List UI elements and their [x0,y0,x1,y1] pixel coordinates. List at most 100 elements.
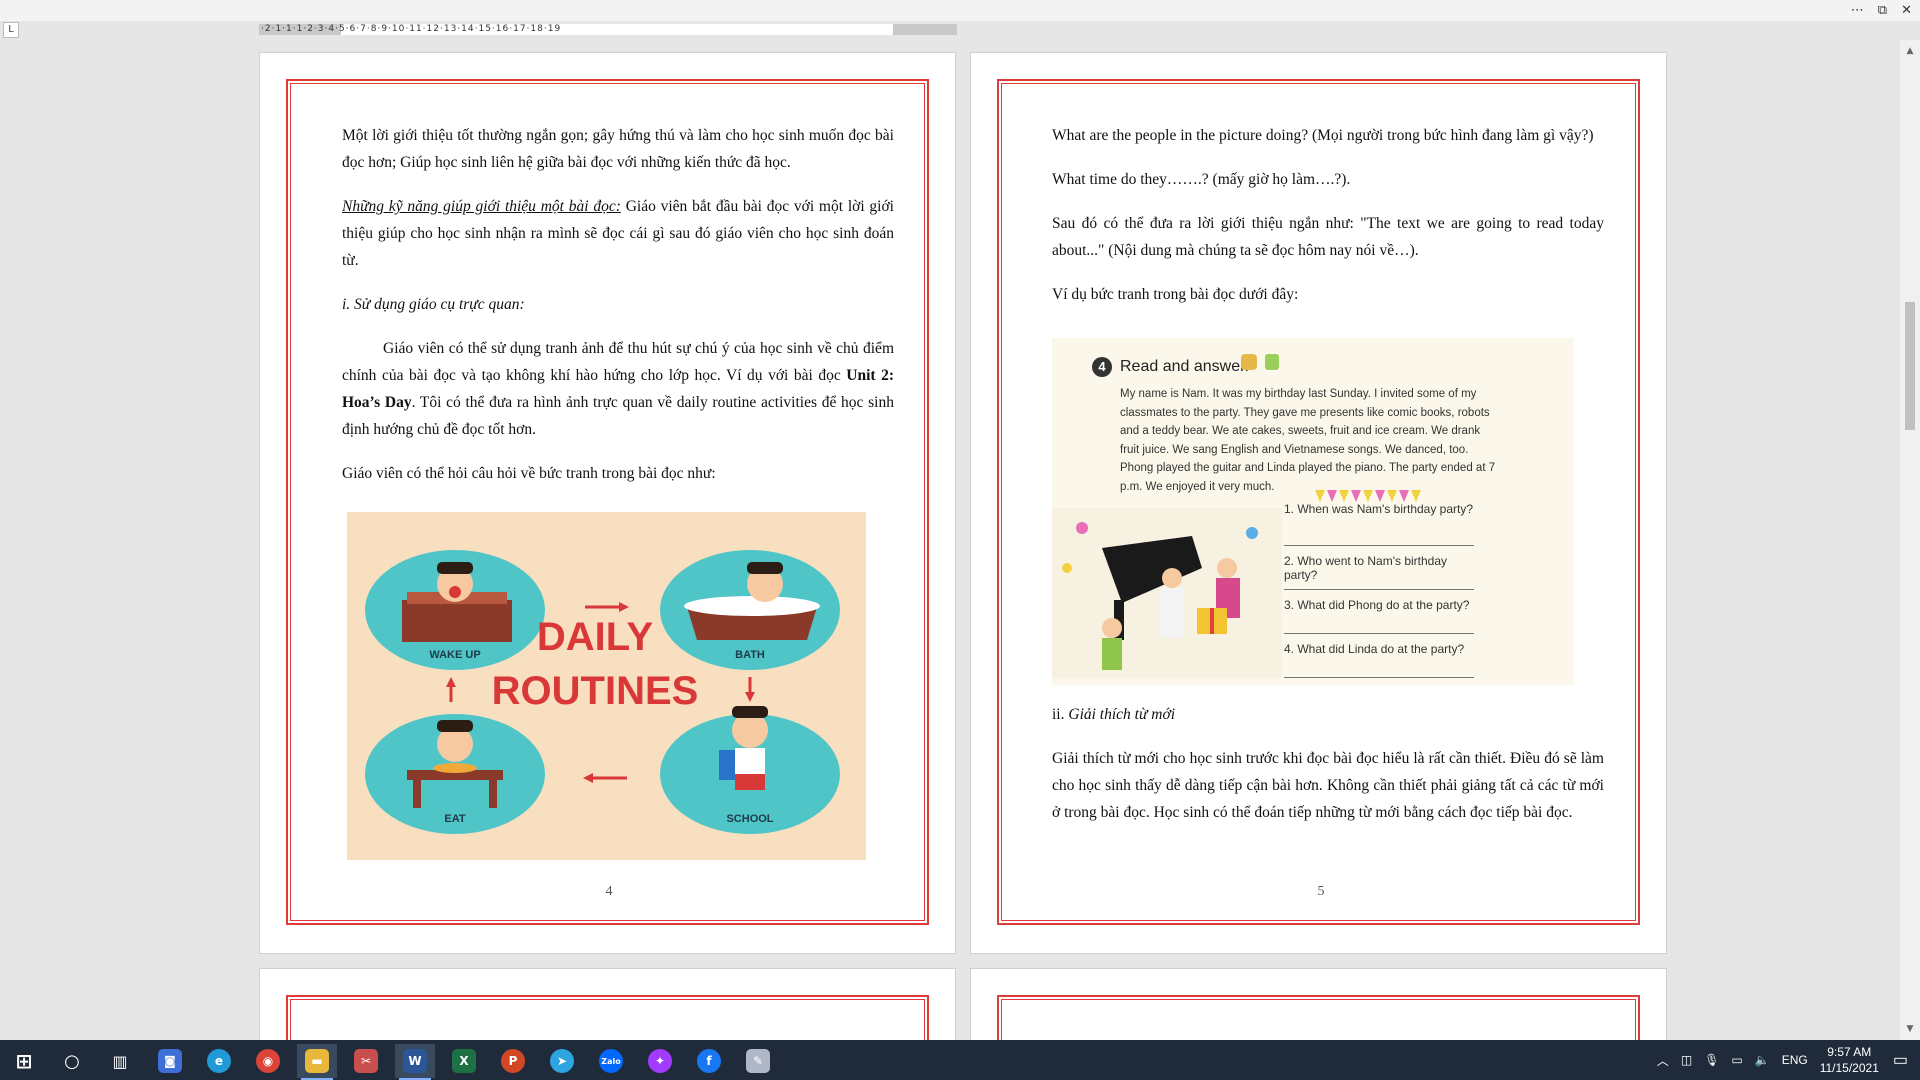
textbook-image[interactable]: 4 Read and answer. My name is Nam. It wa… [1052,338,1574,685]
task-view-icon: ▥ [112,1051,128,1071]
paragraph: Giáo viên có thể hỏi câu hỏi về bức tran… [342,465,716,482]
facebook-icon: f [697,1049,721,1073]
page-5-text-bottom[interactable]: ii. Giải thích từ mới Giải thích từ mới … [1052,701,1604,843]
zalo-icon: Zalo [599,1049,623,1073]
volume-icon[interactable]: 🔈 [1755,1053,1770,1067]
taskbar-app-snipping[interactable]: ✂ [346,1044,386,1078]
scroll-thumb[interactable] [1905,302,1915,430]
ruler-labels: ·2·1·1·1·2·3·4·5·6·7·8·9·10·11·12·13·14·… [261,24,562,34]
edge-icon: e [207,1049,231,1073]
question: 3. What did Phong do at the party? [1284,590,1474,634]
window-controls: ⋯ ⧉ ✕ [1851,1,1912,19]
skills-heading: Những kỹ năng giúp giới thiệu một bài đọ… [342,198,621,215]
label-school: SCHOOL [726,813,773,825]
exercise-number: 4 [1092,357,1112,377]
search-button[interactable]: ○ [52,1044,92,1078]
clock-date: 11/15/2021 [1819,1061,1879,1075]
horizontal-ruler[interactable]: ·2·1·1·1·2·3·4·5·6·7·8·9·10·11·12·13·14·… [259,22,957,37]
network-icon[interactable]: ▭ [1731,1053,1742,1067]
taskbar-app-paint[interactable]: ✎ [738,1044,778,1078]
questions-list: 1. When was Nam's birthday party? 2. Who… [1284,502,1474,678]
page-5-text-top[interactable]: What are the people in the picture doing… [1052,122,1604,325]
start-button[interactable]: ⊞ [4,1044,44,1078]
taskbar-app-file-explorer[interactable]: ▬ [297,1044,337,1080]
taskbar-app-excel[interactable]: X [444,1044,484,1078]
question-text: 2. Who went to Nam's birthday party? [1284,554,1448,582]
label-eat: EAT [444,813,465,825]
powerpoint-icon: P [501,1049,525,1073]
scroll-down-icon[interactable]: ▼ [1904,1024,1916,1036]
ruler-right-margin [893,24,957,35]
question-text: 4. What did Linda do at the party? [1284,642,1465,656]
restore-icon[interactable]: ⧉ [1878,3,1887,18]
page-7[interactable] [970,968,1667,1040]
windows-icon: ⊞ [15,1049,33,1073]
taskbar-app-telegram[interactable]: ➤ [542,1044,582,1078]
telegram-icon: ➤ [550,1049,574,1073]
input-language[interactable]: ENG [1782,1053,1808,1067]
reading-passage: My name is Nam. It was my birthday last … [1120,388,1496,493]
close-icon[interactable]: ✕ [1901,3,1912,18]
show-hidden-icons-icon[interactable]: ︿ [1657,1052,1669,1069]
chat-icon: ◙ [158,1049,182,1073]
text-span: . Tôi có thể đưa ra hình ảnh trực quan v… [342,394,894,438]
search-icon: ○ [64,1050,80,1072]
system-tray: ︿ ◫ 🎙 ▭ 🔈 ENG 9:57 AM 11/15/2021 ▭ [1657,1040,1920,1080]
paragraph: What are the people in the picture doing… [1052,127,1594,144]
taskbar-app-messenger[interactable]: ✦ [640,1044,680,1078]
paragraph: What time do they…….? (mấy giờ họ làm….?… [1052,171,1351,188]
clock[interactable]: 9:57 AM 11/15/2021 [1820,1044,1879,1076]
taskbar-app-facebook[interactable]: f [689,1044,729,1078]
task-view-button[interactable]: ▥ [100,1044,140,1078]
taskbar-app-edge[interactable]: e [199,1044,239,1078]
daily-routines-illustration: DAILY ROUTINES WAKE UP BATH EAT SCHOOL [365,550,840,834]
vertical-scrollbar[interactable]: ▲ ▼ [1900,40,1920,1040]
section-heading: i. Sử dụng giáo cụ trực quan: [342,291,894,318]
page-4-text[interactable]: Một lời giới thiệu tốt thường ngắn gọn; … [342,122,894,504]
section-ii-heading: Giải thích từ mới [1068,706,1176,723]
more-options-icon[interactable]: ⋯ [1851,3,1864,18]
microphone-icon[interactable]: 🎙 [1704,1053,1719,1067]
page-number: 5 [1317,884,1325,899]
meet-now-icon[interactable]: ◫ [1681,1053,1692,1067]
taskbar-app-chat[interactable]: ◙ [150,1044,190,1078]
taskbar-app-word[interactable]: W [395,1044,435,1080]
tab-selector-button[interactable]: L [3,22,19,38]
scissors-icon: ✂ [354,1049,378,1073]
section-number: ii. [1052,706,1069,723]
label-wake-up: WAKE UP [429,649,480,661]
taskbar: ⊞ ○ ▥ ◙ e ◉ ▬ ✂ W X P ➤ Zalo ✦ f ✎ ︿ ◫ 🎙… [0,1040,1920,1080]
page-4[interactable]: Một lời giới thiệu tốt thường ngắn gọn; … [259,52,956,954]
paint-icon: ✎ [746,1049,770,1073]
document-area[interactable]: Một lời giới thiệu tốt thường ngắn gọn; … [0,40,1900,1040]
page-5[interactable]: What are the people in the picture doing… [970,52,1667,954]
paragraph: Giáo viên có thể sử dụng tranh ảnh để th… [342,335,894,443]
image-title-line1: DAILY [537,615,654,659]
paragraph: Giải thích từ mới cho học sinh trước khi… [1052,750,1604,821]
label-bath: BATH [735,649,765,661]
notification-center-icon[interactable]: ▭ [1893,1050,1908,1070]
question: 2. Who went to Nam's birthday party? [1284,546,1474,590]
excel-icon: X [452,1049,476,1073]
taskbar-app-powerpoint[interactable]: P [493,1044,533,1078]
exercise-heading: Read and answer. [1120,358,1249,375]
title-strip: ⋯ ⧉ ✕ [0,0,1920,21]
page-border [997,995,1640,1040]
text-span: Giáo viên có thể sử dụng tranh ảnh để th… [342,340,894,384]
daily-routines-image[interactable]: DAILY ROUTINES WAKE UP BATH EAT SCHOOL [347,512,866,860]
owl-icon [1241,354,1257,370]
taskbar-app-zalo[interactable]: Zalo [591,1044,631,1078]
section-i-heading: i. Sử dụng giáo cụ trực quan: [342,296,525,313]
taskbar-app-chrome[interactable]: ◉ [248,1044,288,1078]
question-text: 3. What did Phong do at the party? [1284,598,1470,612]
image-title-line2: ROUTINES [492,669,699,713]
folder-icon: ▬ [305,1049,329,1073]
messenger-icon: ✦ [648,1049,672,1073]
paragraph: Một lời giới thiệu tốt thường ngắn gọn; … [342,127,894,171]
question: 4. What did Linda do at the party? [1284,634,1474,678]
clock-time: 9:57 AM [1827,1045,1872,1059]
scroll-up-icon[interactable]: ▲ [1904,46,1916,58]
page-6[interactable] [259,968,956,1040]
pencil-icon [1265,354,1279,370]
word-icon: W [403,1049,427,1073]
